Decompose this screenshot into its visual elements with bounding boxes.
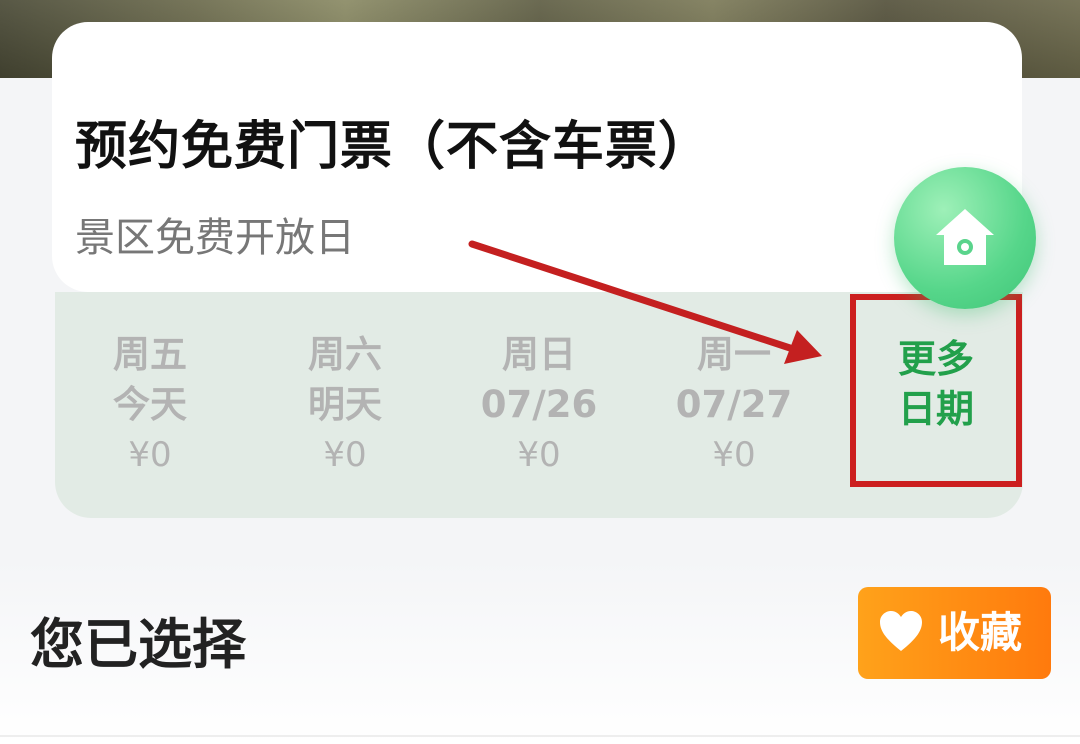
home-button[interactable] <box>894 167 1036 309</box>
selected-section-title: 您已选择 <box>30 613 246 676</box>
favorite-label: 收藏 <box>938 608 1023 657</box>
heart-icon <box>880 611 922 651</box>
home-icon <box>936 209 994 265</box>
ticket-booking-page: 预约免费门票（不含车票） 景区免费开放日 周五 今天 ¥0 周六 明天 ¥0 周… <box>0 0 1080 744</box>
favorite-button[interactable]: 收藏 <box>858 587 1051 679</box>
divider <box>0 735 1080 737</box>
